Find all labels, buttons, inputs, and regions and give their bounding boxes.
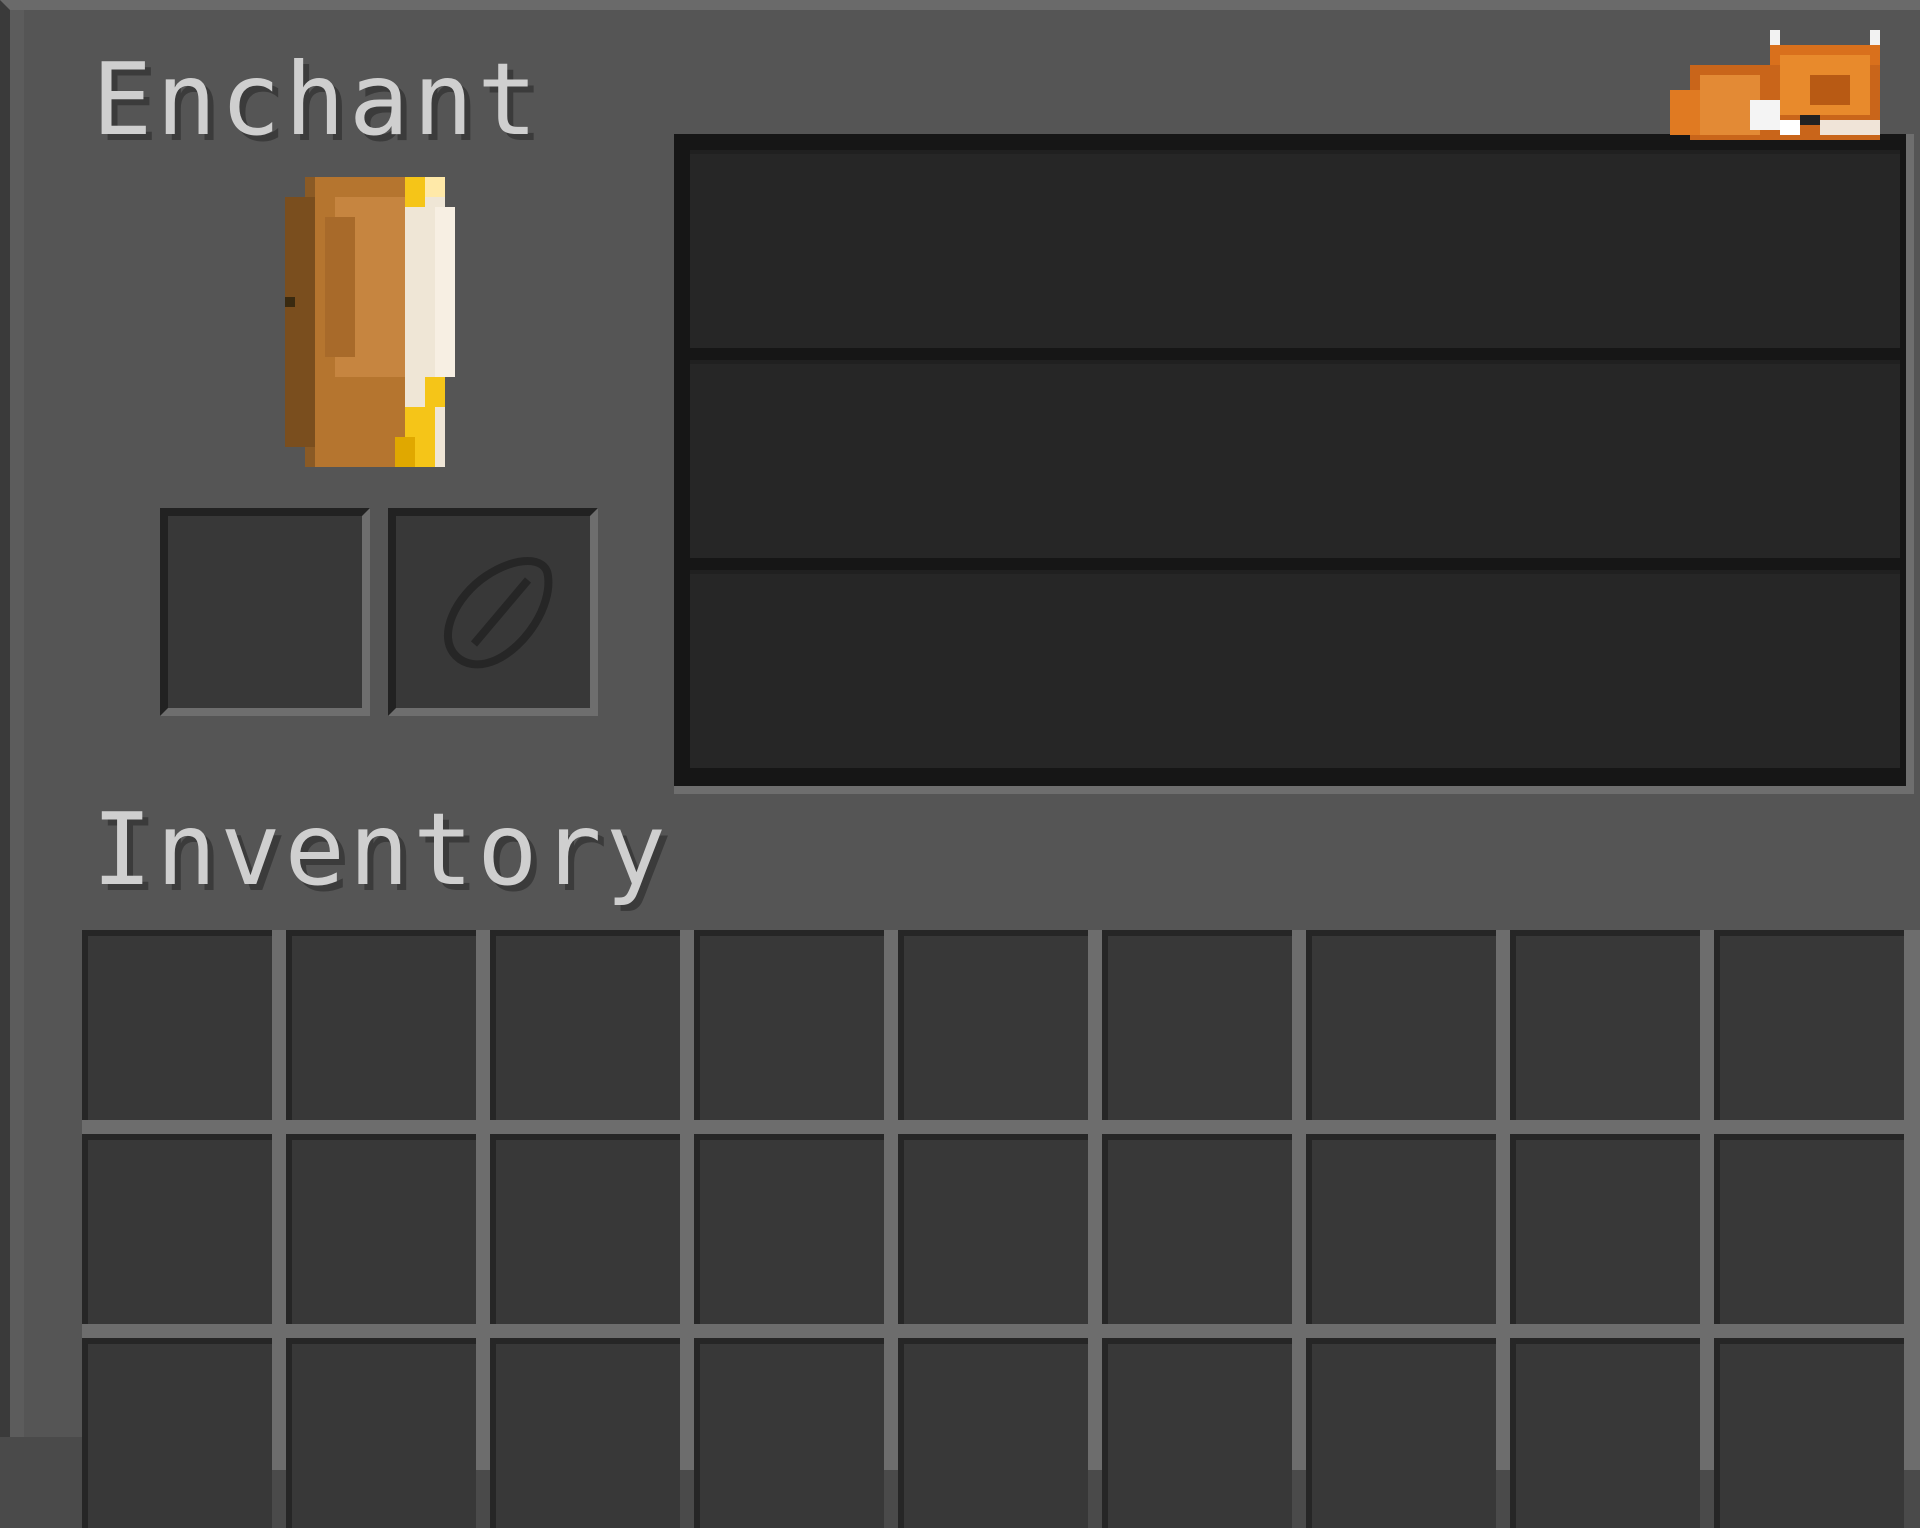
inventory-slot[interactable] xyxy=(1306,1134,1496,1324)
enchant-title: Enchant xyxy=(92,41,542,158)
inventory-slot[interactable] xyxy=(82,1134,272,1324)
enchantment-options xyxy=(674,134,1914,794)
inventory-slot[interactable] xyxy=(898,930,1088,1120)
inventory-slot[interactable] xyxy=(286,1134,476,1324)
inventory-slot[interactable] xyxy=(1714,1338,1904,1528)
inventory-slot[interactable] xyxy=(1714,1134,1904,1324)
inventory-grid xyxy=(82,930,1920,1528)
lapis-slot[interactable] xyxy=(388,508,598,716)
inventory-slot[interactable] xyxy=(490,1338,680,1528)
inventory-slot[interactable] xyxy=(490,1134,680,1324)
inventory-slot[interactable] xyxy=(286,930,476,1120)
inventory-slot[interactable] xyxy=(82,1338,272,1528)
enchant-option-1[interactable] xyxy=(690,150,1900,348)
inventory-slot[interactable] xyxy=(1306,1338,1496,1528)
item-slot[interactable] xyxy=(160,508,370,716)
inventory-slot[interactable] xyxy=(1510,930,1700,1120)
inventory-slot[interactable] xyxy=(1306,930,1496,1120)
inventory-slot[interactable] xyxy=(898,1134,1088,1324)
enchant-option-3[interactable] xyxy=(690,570,1900,768)
inventory-title: Inventory xyxy=(92,791,670,908)
inventory-slot[interactable] xyxy=(1102,930,1292,1120)
inventory-slot[interactable] xyxy=(1510,1134,1700,1324)
sleeping-fox-icon xyxy=(1670,30,1880,140)
enchant-option-2[interactable] xyxy=(690,360,1900,558)
inventory-slot[interactable] xyxy=(286,1338,476,1528)
inventory-slot[interactable] xyxy=(1102,1134,1292,1324)
enchanting-panel: Enchant Inventory xyxy=(0,0,1920,1528)
enchanting-book-icon xyxy=(285,177,455,467)
lapis-placeholder-icon xyxy=(443,557,553,669)
inventory-slot[interactable] xyxy=(694,930,884,1120)
inventory-slot[interactable] xyxy=(1714,930,1904,1120)
inventory-slot[interactable] xyxy=(898,1338,1088,1528)
inventory-slot[interactable] xyxy=(82,930,272,1120)
inventory-slot[interactable] xyxy=(490,930,680,1120)
inventory-slot[interactable] xyxy=(694,1134,884,1324)
inventory-slot[interactable] xyxy=(1102,1338,1292,1528)
inventory-slot[interactable] xyxy=(694,1338,884,1528)
inventory-slot[interactable] xyxy=(1510,1338,1700,1528)
